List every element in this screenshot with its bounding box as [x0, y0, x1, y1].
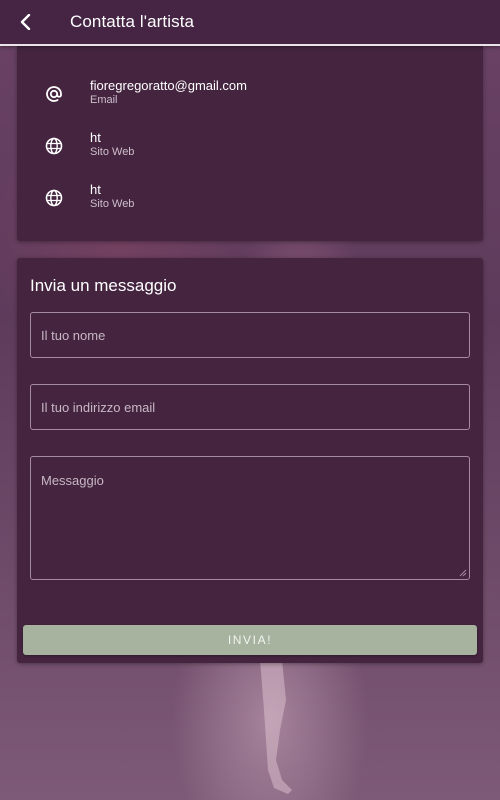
name-placeholder: Il tuo nome: [41, 328, 106, 343]
contacts-card: fioregregoratto@gmail.com Email ht Sito …: [17, 46, 483, 241]
at-sign-icon: [44, 84, 64, 104]
app-bar: Contatta l'artista: [0, 0, 500, 46]
form-title: Invia un messaggio: [30, 276, 177, 295]
globe-icon: [44, 188, 64, 208]
contact-website-row[interactable]: ht Sito Web: [17, 182, 483, 222]
resize-grip-icon[interactable]: [459, 569, 467, 577]
contact-value: ht: [90, 130, 101, 145]
back-button[interactable]: [10, 6, 42, 38]
message-textarea[interactable]: Messaggio: [30, 456, 470, 580]
chevron-left-icon: [20, 14, 31, 30]
email-placeholder: Il tuo indirizzo email: [41, 400, 156, 415]
ballerina-silhouette: [260, 660, 292, 794]
globe-icon: [44, 136, 64, 156]
contact-website-row[interactable]: ht Sito Web: [17, 130, 483, 170]
contact-label: Email: [90, 94, 118, 106]
email-input[interactable]: Il tuo indirizzo email: [30, 384, 470, 430]
contact-label: Sito Web: [90, 198, 135, 210]
message-placeholder: Messaggio: [41, 473, 104, 488]
message-form-card: Invia un messaggio Il tuo nome Il tuo in…: [17, 258, 483, 663]
contact-label: Sito Web: [90, 146, 135, 158]
name-input[interactable]: Il tuo nome: [30, 312, 470, 358]
contact-email-row[interactable]: fioregregoratto@gmail.com Email: [17, 78, 483, 118]
page-title: Contatta l'artista: [70, 12, 195, 31]
contact-value: fioregregoratto@gmail.com: [90, 78, 247, 93]
contact-value: ht: [90, 182, 101, 197]
send-button[interactable]: INVIA!: [23, 625, 477, 655]
